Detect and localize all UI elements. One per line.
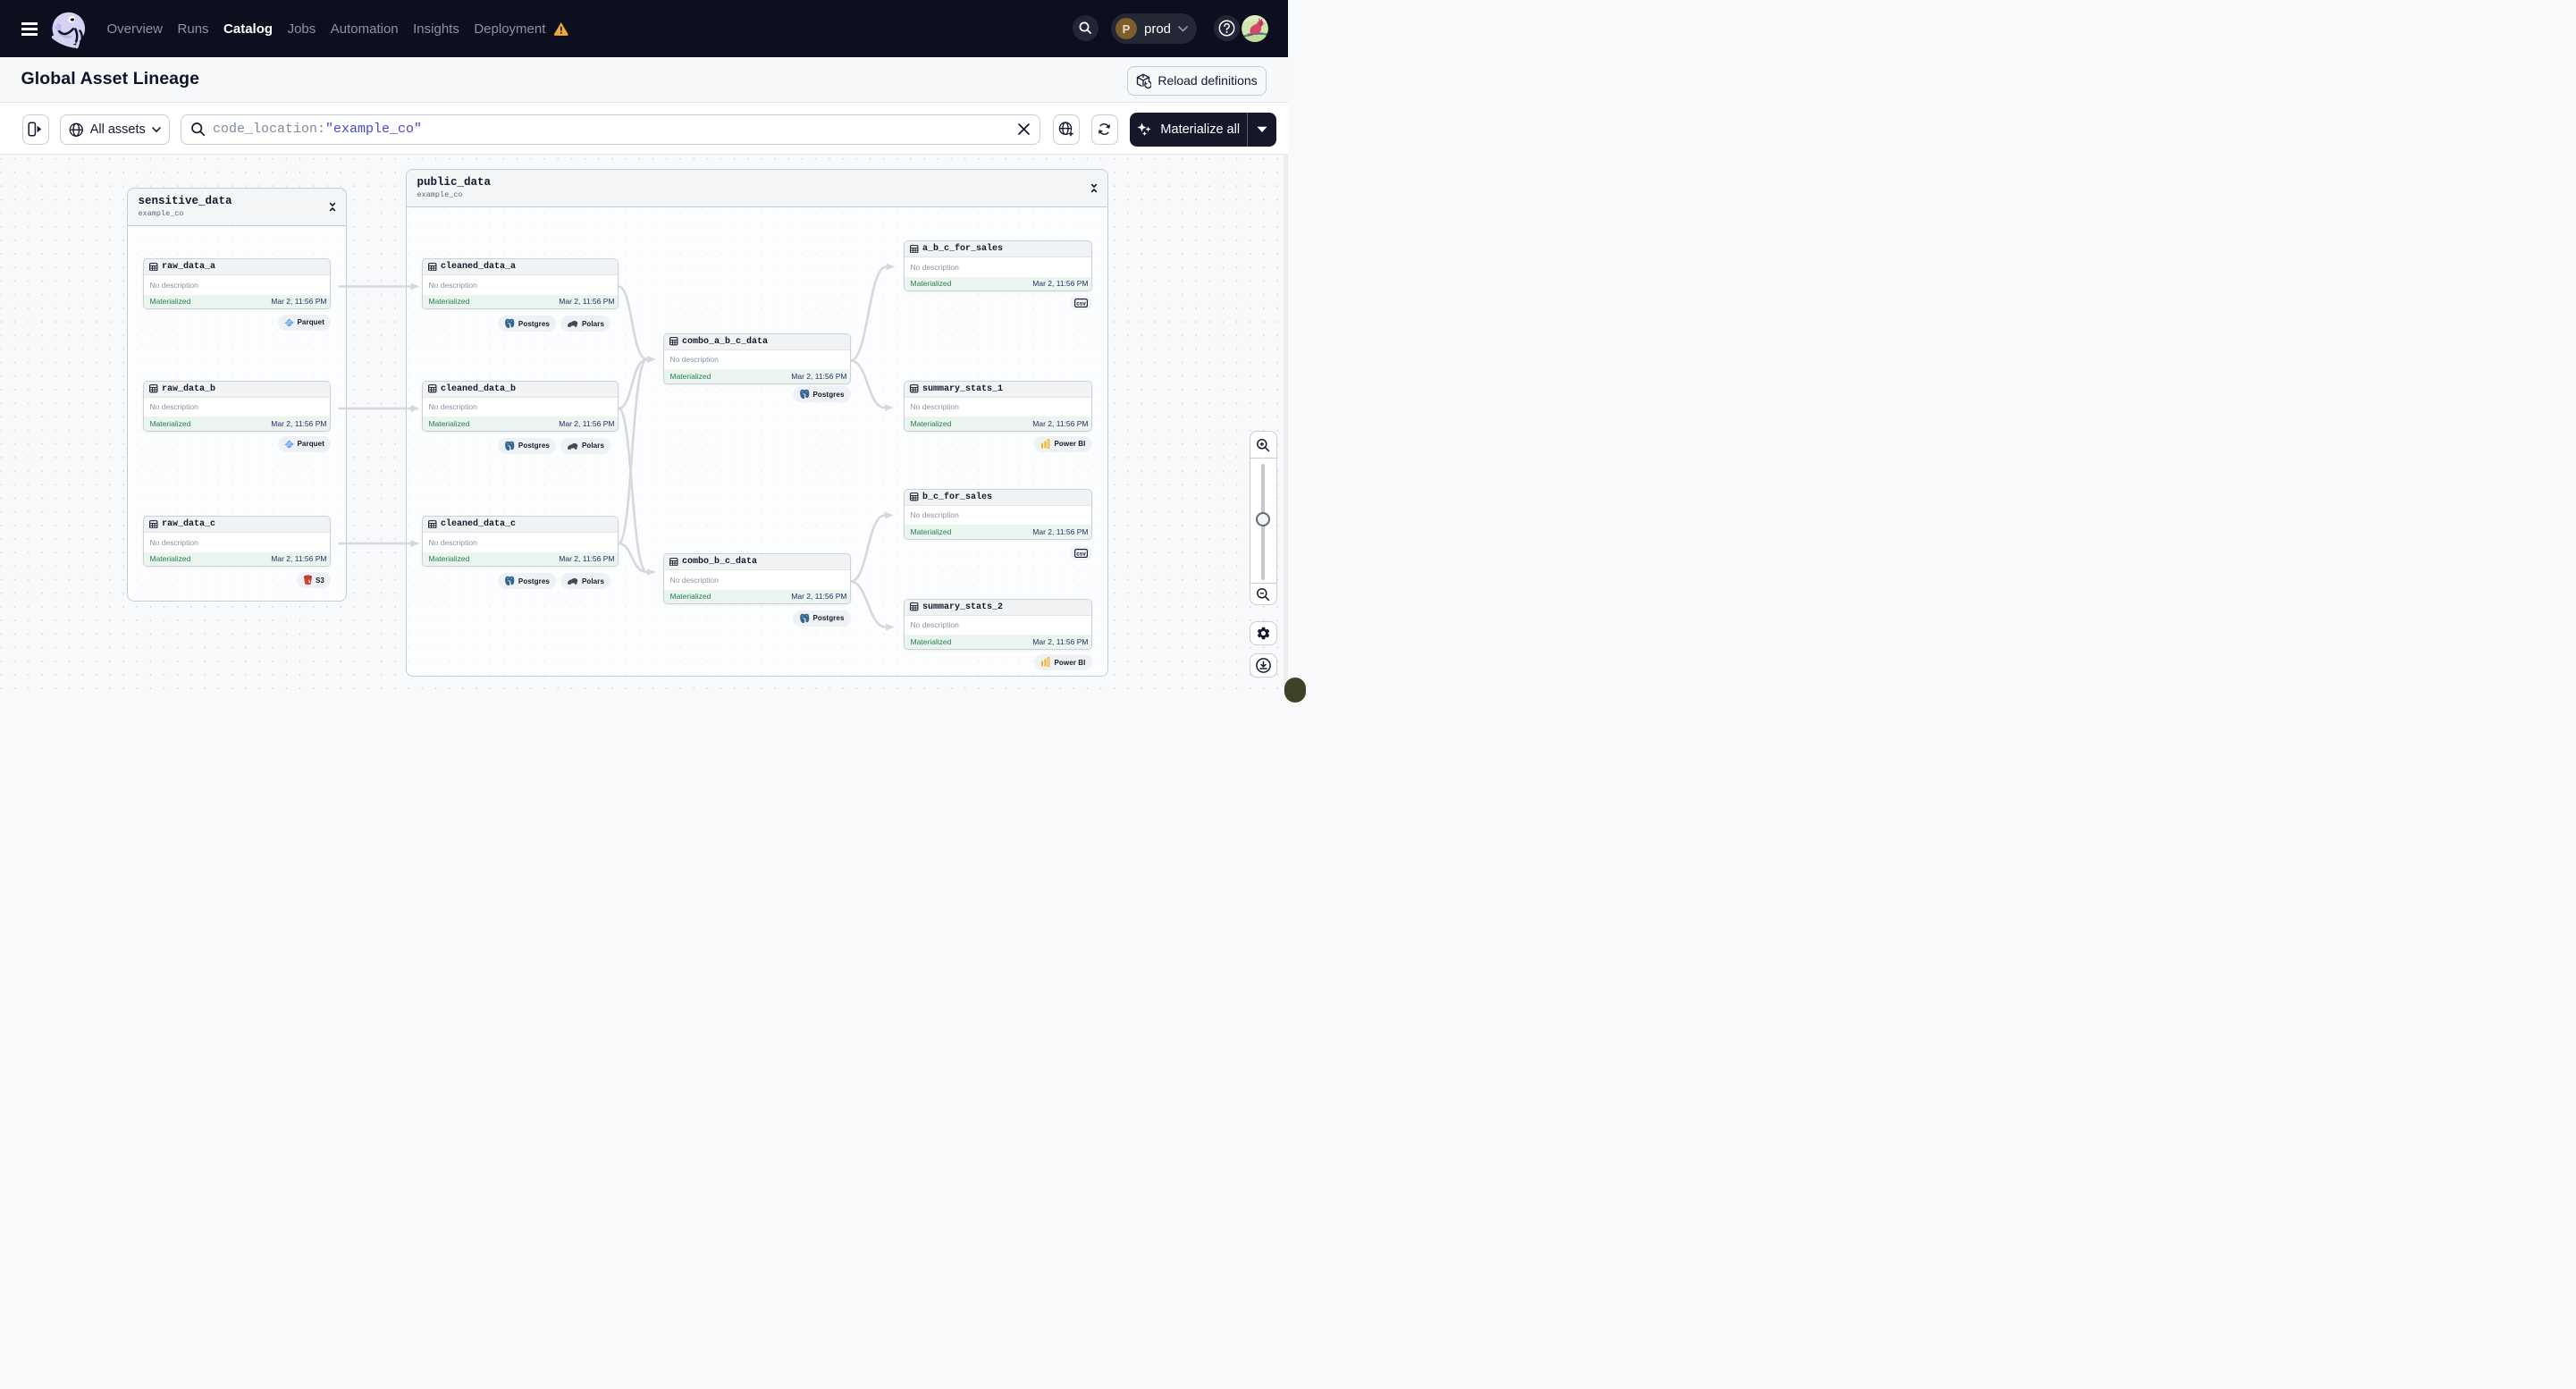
svg-text:csv: csv [1076, 300, 1086, 307]
svg-text:csv: csv [1076, 551, 1086, 557]
